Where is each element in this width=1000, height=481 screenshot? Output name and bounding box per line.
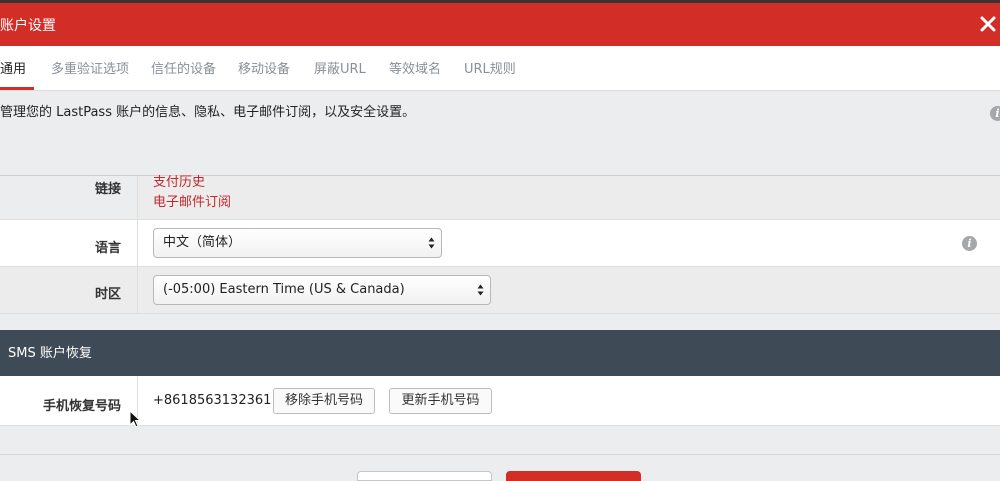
mouse-cursor-icon [129, 410, 141, 428]
tab-multifactor-options[interactable]: 多重验证选项 [51, 61, 129, 79]
tab-general[interactable]: 通用 [0, 61, 26, 79]
info-icon[interactable]: i [990, 106, 1000, 121]
select-arrows-icon [428, 237, 435, 249]
tab-mobile-devices[interactable]: 移动设备 [238, 61, 290, 79]
close-icon[interactable] [978, 14, 998, 34]
language-info-icon[interactable]: i [962, 236, 977, 251]
sms-section-header: SMS 账户恢复 [0, 330, 1000, 376]
select-arrows-icon [477, 284, 484, 296]
timezone-select[interactable]: (-05:00) Eastern Time (US & Canada) [153, 275, 491, 305]
timezone-row: 时区 (-05:00) Eastern Time (US & Canada) [0, 267, 1000, 314]
language-select[interactable]: 中文（简体） [153, 228, 442, 258]
email-subscription-link[interactable]: 电子邮件订阅 [153, 194, 231, 212]
dialog-title: 账户设置 [0, 18, 56, 34]
recovery-phone-number: +8618563132361 [153, 393, 272, 408]
active-tab-indicator [0, 87, 34, 90]
tab-trusted-devices[interactable]: 信任的设备 [151, 61, 216, 79]
timezone-selected-value: (-05:00) Eastern Time (US & Canada) [163, 282, 405, 297]
language-row: 语言 中文（简体） i [0, 220, 1000, 267]
tab-bar: 通用 多重验证选项 信任的设备 移动设备 屏蔽URL 等效域名 URL规则 [0, 46, 1000, 91]
links-row: 链接 支付历史 电子邮件订阅 [0, 174, 1000, 220]
footer-primary-button[interactable] [506, 471, 641, 481]
footer-divider [0, 454, 1000, 455]
remove-phone-button[interactable]: 移除手机号码 [273, 388, 375, 414]
language-selected-value: 中文（简体） [163, 235, 242, 250]
links-label: 链接 [94, 182, 121, 197]
payment-history-link[interactable]: 支付历史 [153, 174, 205, 192]
sms-section-title: SMS 账户恢复 [8, 346, 92, 361]
tab-equivalent-domains[interactable]: 等效域名 [389, 61, 441, 79]
tab-never-urls[interactable]: 屏蔽URL [314, 61, 366, 79]
recovery-phone-row: 手机恢复号码 +8618563132361 移除手机号码 更新手机号码 [0, 376, 1000, 426]
language-label: 语言 [94, 241, 121, 256]
footer-secondary-button[interactable] [357, 471, 492, 481]
dialog-title-bar: 账户设置 [0, 0, 1000, 46]
timezone-label: 时区 [94, 287, 121, 302]
tab-url-rules[interactable]: URL规则 [464, 61, 516, 79]
recovery-phone-label: 手机恢复号码 [42, 399, 121, 414]
page-description: 管理您的 LastPass 账户的信息、隐私、电子邮件订阅，以及安全设置。 [0, 105, 416, 120]
update-phone-button[interactable]: 更新手机号码 [389, 388, 492, 414]
